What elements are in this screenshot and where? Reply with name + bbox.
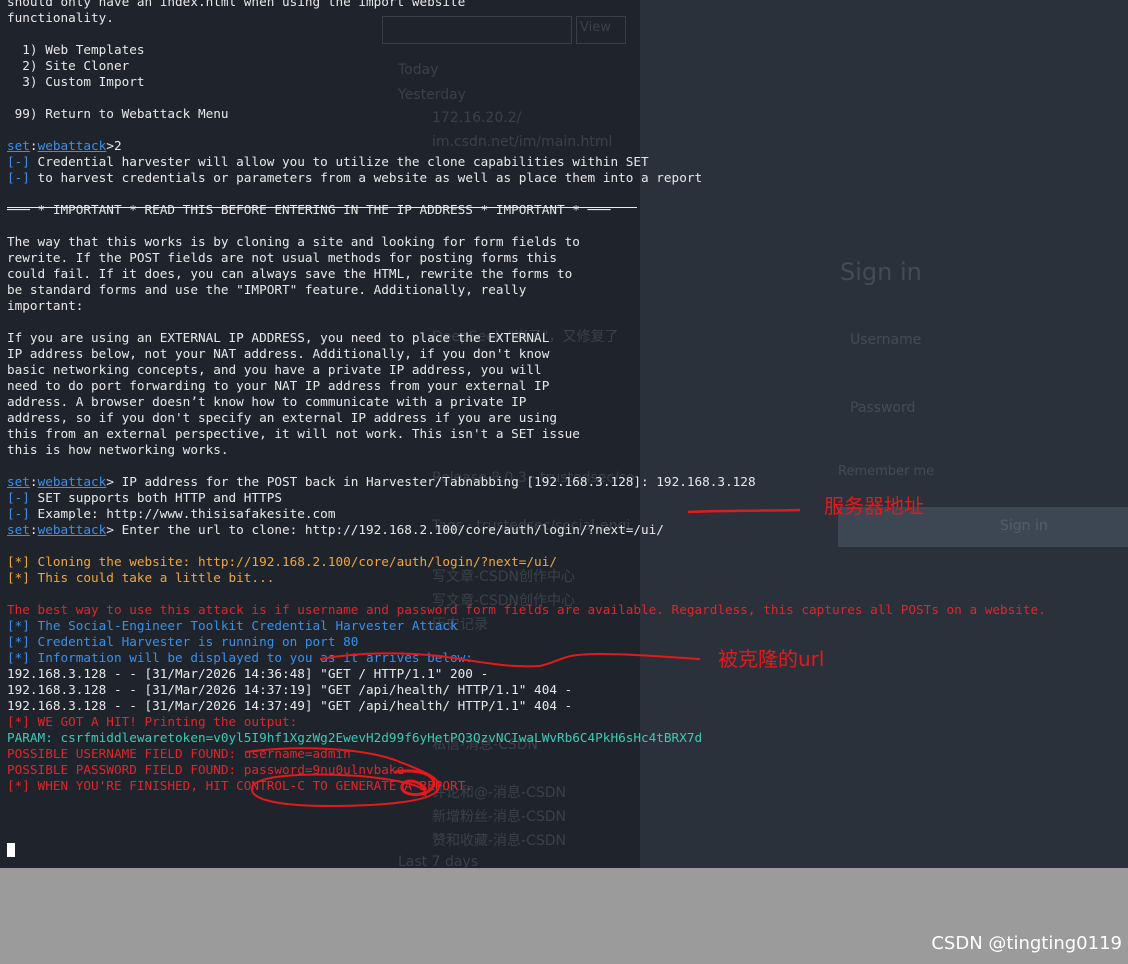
annotation-cloned-url: 被克隆的url — [718, 647, 825, 671]
circle-credentials — [244, 747, 441, 808]
csdn-watermark: CSDN @tingting0119 — [931, 933, 1122, 954]
scribble-credentials — [394, 769, 436, 796]
underline-cloned-url — [319, 652, 701, 668]
underline-server-address — [687, 508, 801, 514]
annotation-server-address: 服务器地址 — [824, 494, 924, 518]
annotation-strokes — [244, 508, 801, 808]
